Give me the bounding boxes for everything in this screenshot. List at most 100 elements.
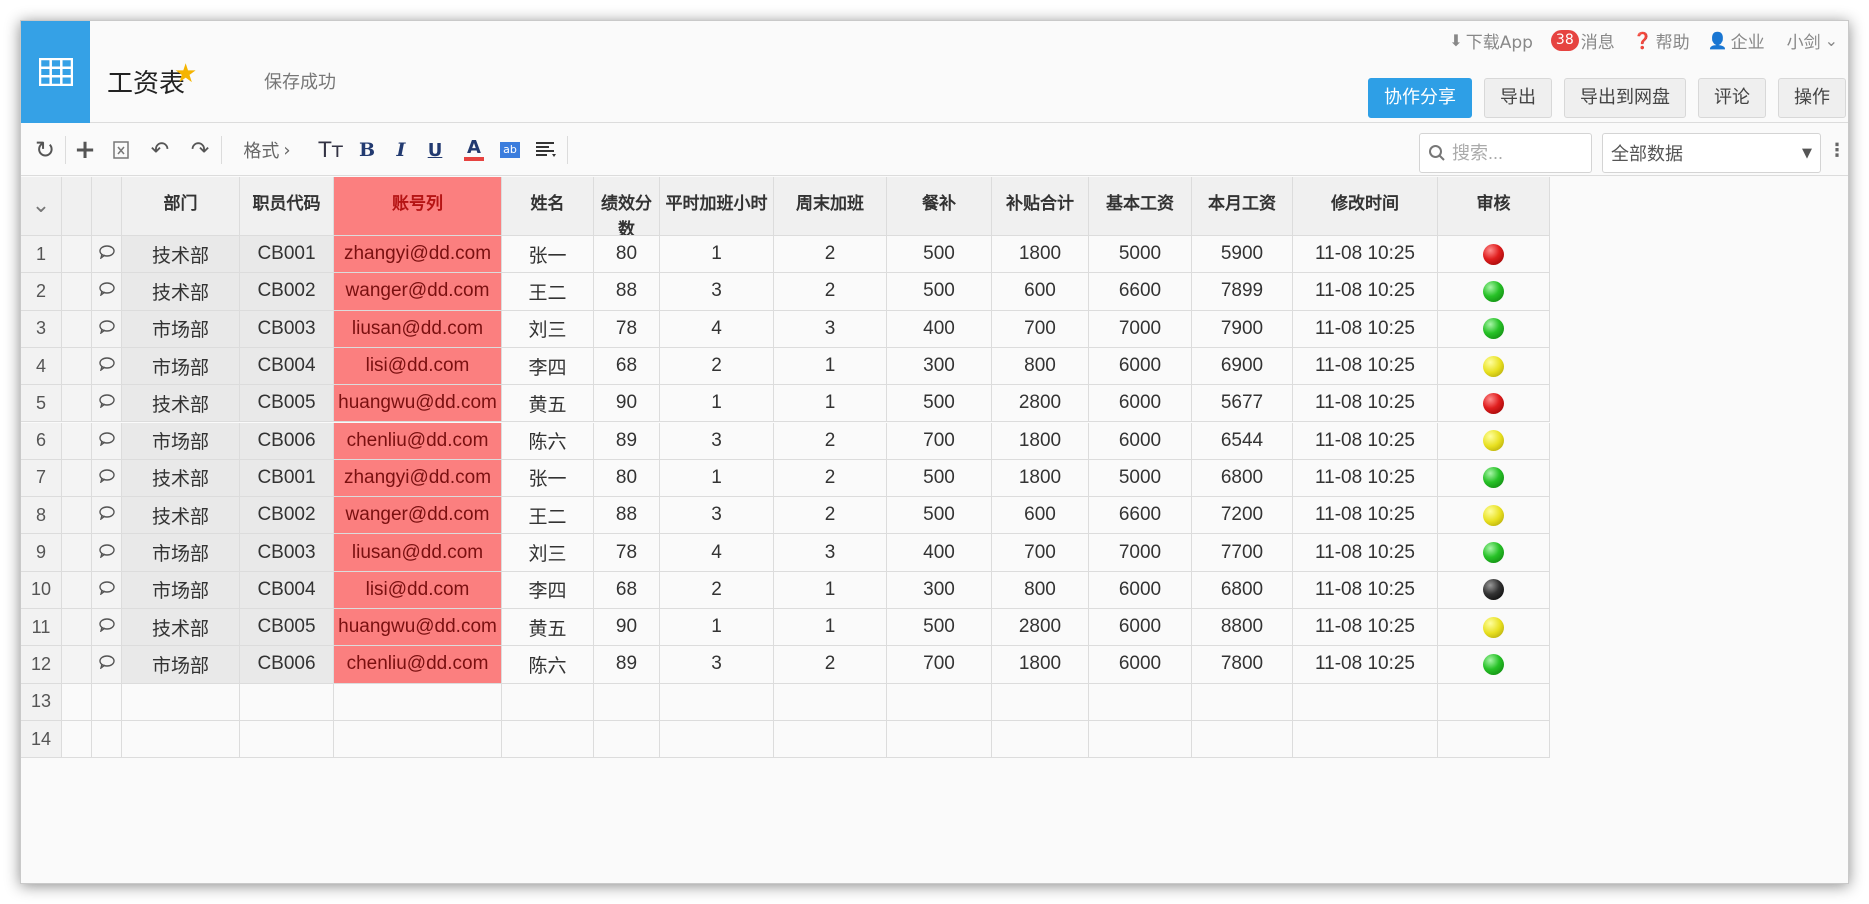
meal-cell[interactable]: 500 — [887, 273, 992, 311]
table-row[interactable]: 2 技术部 CB002 wanger@dd.com 王二 88 3 2 500 600 6600 78… — [21, 273, 1848, 311]
column-header-base-column[interactable]: 基本工资 — [1089, 177, 1192, 236]
base-cell[interactable]: 7000 — [1089, 534, 1192, 572]
weekend-cell[interactable]: 3 — [774, 310, 887, 348]
name-cell[interactable] — [502, 720, 594, 759]
row-mark-cell[interactable] — [62, 273, 92, 311]
subsidy-cell[interactable]: 600 — [992, 497, 1089, 535]
score-cell[interactable]: 68 — [594, 571, 660, 609]
column-header-review-column[interactable]: 审核 — [1438, 177, 1550, 236]
row-mark-cell[interactable] — [62, 310, 92, 348]
row-number[interactable]: 8 — [21, 497, 62, 535]
share-button[interactable]: 协作分享 — [1368, 78, 1472, 118]
ot-hours-cell[interactable]: 1 — [660, 236, 774, 274]
meal-cell[interactable]: 400 — [887, 310, 992, 348]
score-cell[interactable]: 90 — [594, 385, 660, 423]
code-cell[interactable]: CB001 — [240, 236, 334, 274]
table-grid-icon[interactable] — [21, 21, 90, 123]
row-number[interactable]: 2 — [21, 273, 62, 311]
row-mark-cell[interactable] — [62, 720, 92, 759]
dept-cell[interactable] — [122, 683, 240, 721]
weekend-cell[interactable]: 2 — [774, 646, 887, 684]
name-cell[interactable]: 李四 — [502, 571, 594, 609]
modified-cell[interactable]: 11-08 10:25 — [1293, 422, 1438, 460]
ot-hours-cell[interactable]: 3 — [660, 273, 774, 311]
account-cell[interactable]: lisi@dd.com — [334, 571, 502, 609]
star-icon[interactable]: ★ — [174, 59, 197, 89]
code-cell[interactable]: CB006 — [240, 422, 334, 460]
score-cell[interactable]: 78 — [594, 310, 660, 348]
code-cell[interactable]: CB002 — [240, 273, 334, 311]
column-header-ot-hours-column[interactable]: 平时加班小时 — [660, 177, 774, 236]
review-cell[interactable] — [1438, 347, 1550, 386]
user-menu[interactable]: 小剑 ⌄ — [1787, 28, 1841, 53]
column-header-meal-column[interactable]: 餐补 — [887, 177, 992, 236]
column-header-score-column[interactable]: 绩效分数 — [594, 177, 660, 236]
name-cell[interactable] — [502, 683, 594, 721]
subsidy-cell[interactable]: 800 — [992, 347, 1089, 386]
meal-cell[interactable]: 300 — [887, 347, 992, 386]
row-comment-button[interactable] — [92, 720, 122, 759]
base-cell[interactable]: 6600 — [1089, 273, 1192, 311]
name-cell[interactable]: 黄五 — [502, 385, 594, 423]
code-cell[interactable]: CB004 — [240, 347, 334, 386]
modified-cell[interactable] — [1293, 683, 1438, 721]
row-mark-cell[interactable] — [62, 534, 92, 572]
view-menu[interactable]: ⋮ 视图 — [1828, 137, 1848, 163]
meal-cell[interactable] — [887, 720, 992, 759]
data-filter-select[interactable]: 全部数据 ▼ — [1602, 133, 1821, 173]
base-cell[interactable]: 6000 — [1089, 646, 1192, 684]
monthly-cell[interactable] — [1192, 720, 1293, 759]
modified-cell[interactable]: 11-08 10:25 — [1293, 385, 1438, 423]
export-netdisk-button[interactable]: 导出到网盘 — [1564, 78, 1686, 118]
modified-cell[interactable]: 11-08 10:25 — [1293, 497, 1438, 535]
account-cell[interactable]: huangwu@dd.com — [334, 609, 502, 647]
row-number[interactable]: 10 — [21, 571, 62, 609]
account-cell[interactable]: liusan@dd.com — [334, 310, 502, 348]
meal-cell[interactable]: 500 — [887, 609, 992, 647]
monthly-cell[interactable]: 7700 — [1192, 534, 1293, 572]
select-all-toggle[interactable]: ⌄ — [21, 177, 62, 236]
code-cell[interactable]: CB006 — [240, 646, 334, 684]
subsidy-cell[interactable]: 800 — [992, 571, 1089, 609]
name-cell[interactable]: 刘三 — [502, 534, 594, 572]
underline-icon[interactable]: U — [425, 134, 445, 166]
name-cell[interactable]: 黄五 — [502, 609, 594, 647]
dept-cell[interactable] — [122, 720, 240, 759]
base-cell[interactable]: 5000 — [1089, 236, 1192, 274]
row-comment-button[interactable] — [92, 497, 122, 535]
ot-hours-cell[interactable] — [660, 720, 774, 759]
dept-cell[interactable]: 技术部 — [122, 236, 240, 274]
score-cell[interactable]: 88 — [594, 273, 660, 311]
monthly-cell[interactable]: 7900 — [1192, 310, 1293, 348]
base-cell[interactable]: 6000 — [1089, 385, 1192, 423]
modified-cell[interactable]: 11-08 10:25 — [1293, 571, 1438, 609]
monthly-cell[interactable]: 8800 — [1192, 609, 1293, 647]
meal-cell[interactable]: 300 — [887, 571, 992, 609]
base-cell[interactable]: 6000 — [1089, 609, 1192, 647]
table-row[interactable]: 7 技术部 CB001 zhangyi@dd.com 张一 80 1 2 500 1800 5000… — [21, 459, 1848, 498]
code-cell[interactable]: CB001 — [240, 459, 334, 498]
dept-cell[interactable]: 技术部 — [122, 385, 240, 423]
score-cell[interactable]: 80 — [594, 236, 660, 274]
column-header-dept-column[interactable]: 部门 — [122, 177, 240, 236]
ot-hours-cell[interactable] — [660, 683, 774, 721]
ot-hours-cell[interactable]: 1 — [660, 609, 774, 647]
table-row[interactable]: 6 市场部 CB006 chenliu@dd.com 陈六 89 3 2 700 1800 6000… — [21, 422, 1848, 460]
comment-button[interactable]: 评论 — [1698, 78, 1766, 118]
account-cell[interactable]: wanger@dd.com — [334, 273, 502, 311]
monthly-cell[interactable]: 7899 — [1192, 273, 1293, 311]
row-mark-cell[interactable] — [62, 459, 92, 498]
modified-cell[interactable]: 11-08 10:25 — [1293, 273, 1438, 311]
row-number[interactable]: 9 — [21, 534, 62, 572]
account-cell[interactable]: zhangyi@dd.com — [334, 459, 502, 498]
meal-cell[interactable] — [887, 683, 992, 721]
review-cell[interactable] — [1438, 720, 1550, 759]
column-header-weekend-column[interactable]: 周末加班 — [774, 177, 887, 236]
review-cell[interactable] — [1438, 385, 1550, 423]
row-number[interactable]: 11 — [21, 609, 62, 647]
ot-hours-cell[interactable]: 2 — [660, 347, 774, 386]
base-cell[interactable]: 5000 — [1089, 459, 1192, 498]
modified-cell[interactable]: 11-08 10:25 — [1293, 609, 1438, 647]
column-header-account-column[interactable]: 账号列 — [334, 177, 502, 236]
meal-cell[interactable]: 500 — [887, 497, 992, 535]
